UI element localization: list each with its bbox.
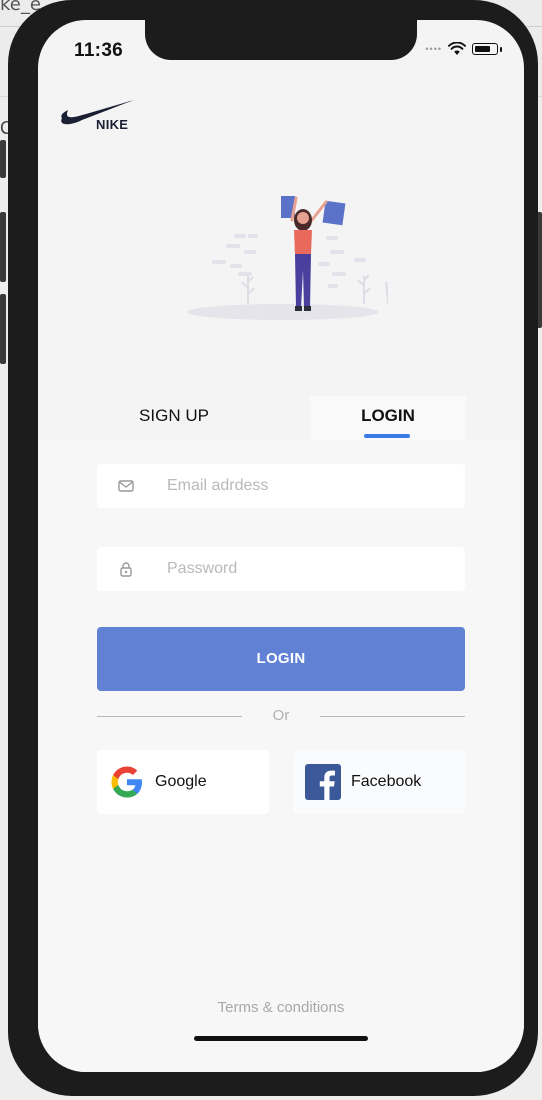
lock-icon (120, 562, 132, 577)
volume-down-button (0, 294, 6, 364)
wifi-icon (448, 42, 466, 55)
active-tab-indicator (364, 434, 410, 438)
battery-nub (500, 46, 502, 52)
divider-left (97, 716, 242, 717)
phone-screen: 11:36 •••• NIKE SIGN UP LOGIN Email adrd… (38, 20, 524, 1072)
brand-logo-text: NIKE (96, 117, 129, 132)
password-placeholder: Password (167, 560, 238, 577)
email-field[interactable]: Email adrdess (97, 464, 465, 508)
battery-icon (472, 43, 498, 55)
facebook-label: Facebook (351, 773, 422, 790)
tab-login[interactable]: LOGIN (310, 406, 466, 426)
login-form: Email adrdess Password LOGIN Or Google F… (38, 440, 524, 1072)
mute-switch (0, 140, 6, 178)
google-icon (111, 766, 142, 798)
google-label: Google (155, 773, 207, 790)
facebook-button[interactable]: Facebook (293, 750, 465, 814)
mail-icon (118, 480, 134, 492)
signal-icon: •••• (425, 44, 442, 54)
status-time: 11:36 (74, 40, 124, 61)
facebook-icon (305, 764, 341, 800)
email-placeholder: Email adrdess (167, 477, 269, 494)
phone-frame: 11:36 •••• NIKE SIGN UP LOGIN Email adrd… (8, 0, 538, 1096)
auth-tabs: SIGN UP LOGIN (38, 396, 524, 440)
volume-up-button (0, 212, 6, 282)
shopping-woman-illustration (187, 196, 388, 320)
notch (145, 20, 417, 60)
home-indicator (194, 1036, 368, 1041)
tab-signup[interactable]: SIGN UP (98, 406, 250, 426)
password-field[interactable]: Password (97, 547, 465, 591)
terms-link[interactable]: Terms & conditions (38, 999, 524, 1016)
divider-right (320, 716, 465, 717)
status-indicators: •••• (425, 42, 502, 56)
login-button[interactable]: LOGIN (97, 627, 465, 691)
or-label: Or (272, 707, 290, 724)
google-button[interactable]: Google (97, 750, 269, 814)
